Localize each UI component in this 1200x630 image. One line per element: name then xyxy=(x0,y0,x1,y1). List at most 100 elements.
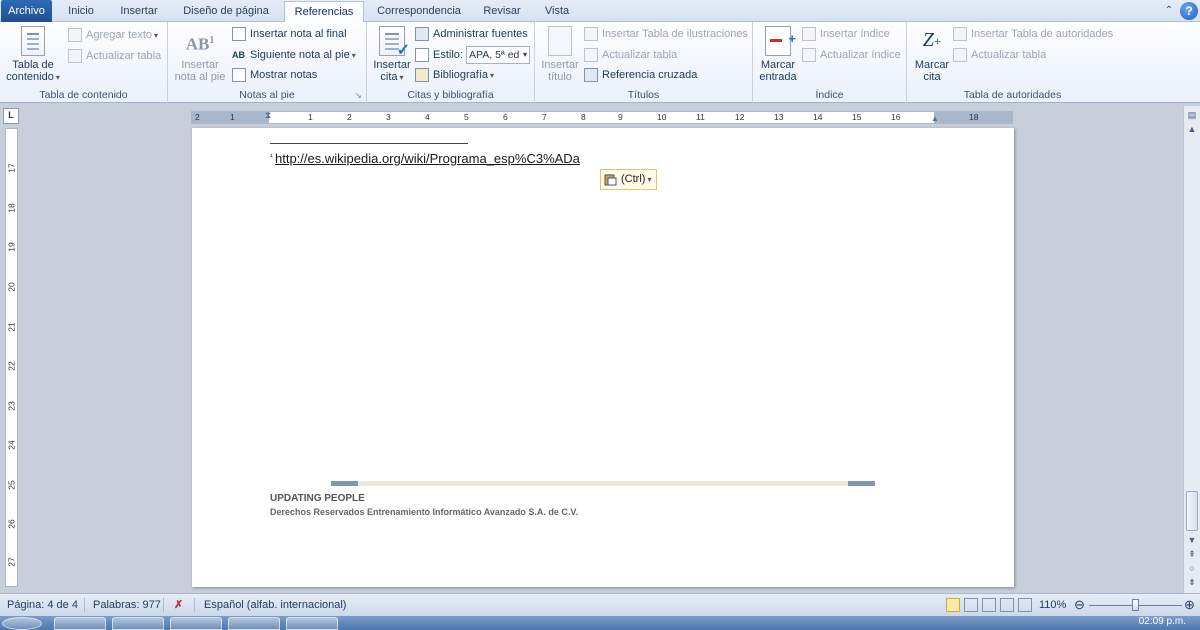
ruler-toggle-icon[interactable]: ▤ xyxy=(1184,108,1200,122)
footer-bar-right-cap xyxy=(848,481,875,486)
group-citations: ✓ Insertar cita ▾ Administrar fuentes Est… xyxy=(367,22,535,103)
next-footnote-label: Siguiente nota al pie xyxy=(250,49,350,61)
draft-view-icon[interactable] xyxy=(1018,598,1032,612)
ruler-number: 27 xyxy=(6,557,17,567)
update-index-icon xyxy=(802,48,816,62)
next-footnote-button[interactable]: AB Siguiente nota al pie ▾ xyxy=(232,46,356,64)
insert-index-label: Insertar índice xyxy=(820,28,890,40)
word-count[interactable]: Palabras: 977 xyxy=(93,594,161,616)
update-index-button[interactable]: Actualizar índice xyxy=(802,46,901,64)
previous-page-icon[interactable]: ⇞ xyxy=(1184,547,1200,561)
mark-entry-icon: + xyxy=(765,26,796,56)
print-layout-icon[interactable] xyxy=(946,598,960,612)
manage-sources-label: Administrar fuentes xyxy=(433,28,528,40)
insert-citation-button[interactable]: ✓ Insertar cita ▾ xyxy=(370,26,414,84)
footnotes-dialog-launcher-icon[interactable]: ↘ xyxy=(355,92,363,100)
ribbon-tab-bar: Archivo Inicio Insertar Diseño de página… xyxy=(0,0,1200,23)
chevron-down-icon: ▾ xyxy=(399,73,404,82)
add-text-icon xyxy=(68,28,82,42)
system-clock[interactable]: 02:09 p.m. xyxy=(1139,616,1186,627)
insert-index-button[interactable]: Insertar índice xyxy=(802,25,890,43)
right-indent-marker-icon[interactable]: ▲ xyxy=(931,114,939,123)
taskbar: 02:09 p.m. xyxy=(0,616,1200,630)
taskbar-app-icon[interactable] xyxy=(112,617,164,630)
tab-references[interactable]: Referencias xyxy=(284,1,364,23)
scrollbar-thumb[interactable] xyxy=(1186,491,1198,531)
tab-insert[interactable]: Insertar xyxy=(110,1,168,22)
page-count[interactable]: Página: 4 de 4 xyxy=(7,594,78,616)
update-index-label: Actualizar índice xyxy=(820,49,901,61)
web-layout-icon[interactable] xyxy=(982,598,996,612)
tab-mailings[interactable]: Correspondencia xyxy=(370,1,468,22)
indent-marker-icon[interactable]: ⧗ xyxy=(265,110,271,121)
ruler-number: 18 xyxy=(6,203,17,213)
vertical-ruler[interactable]: 17 18 19 20 21 22 23 24 25 26 27 xyxy=(5,128,18,587)
taskbar-explorer-icon[interactable] xyxy=(54,617,106,630)
scroll-up-icon[interactable]: ▲ xyxy=(1184,122,1200,136)
table-of-authorities-icon xyxy=(953,27,967,41)
footer-bar-left-cap xyxy=(331,481,358,486)
scroll-down-icon[interactable]: ▼ xyxy=(1184,533,1200,547)
horizontal-ruler[interactable]: 2 1 1 2 3 4 5 6 7 8 9 10 11 12 13 14 15 … xyxy=(191,110,1013,124)
proofing-icon[interactable]: ✗ xyxy=(174,594,183,616)
group-table-of-contents: Tabla de contenido ▾ Agregar texto ▾ Actua… xyxy=(0,22,168,103)
start-button-icon[interactable] xyxy=(2,617,42,630)
manage-sources-icon xyxy=(415,27,429,41)
full-screen-reading-icon[interactable] xyxy=(964,598,978,612)
update-figures-table-button[interactable]: Actualizar tabla xyxy=(584,46,677,64)
bibliography-button[interactable]: Bibliografía ▾ xyxy=(415,66,494,84)
taskbar-tool-icon[interactable] xyxy=(286,617,338,630)
insert-footnote-button[interactable]: AB1 Insertar nota al pie xyxy=(172,26,228,83)
insert-caption-button[interactable]: Insertar título xyxy=(538,26,582,83)
insert-endnote-button[interactable]: Insertar nota al final xyxy=(232,25,347,43)
toc-label-1: Tabla de xyxy=(12,59,54,71)
tab-selector[interactable]: L xyxy=(3,108,19,124)
taskbar-browser-icon[interactable] xyxy=(170,617,222,630)
ruler-number: 24 xyxy=(6,440,17,450)
mark-citation-button[interactable]: Z+ Marcar cita xyxy=(910,26,954,83)
tab-file[interactable]: Archivo xyxy=(1,0,52,22)
manage-sources-button[interactable]: Administrar fuentes xyxy=(415,25,528,43)
citation-style-select[interactable]: APA, 5ª ed ▾ xyxy=(466,46,530,64)
add-text-button[interactable]: Agregar texto ▾ xyxy=(68,26,158,44)
tab-view[interactable]: Vista xyxy=(536,1,578,22)
insert-endnote-icon xyxy=(232,27,246,41)
next-page-icon[interactable]: ⇟ xyxy=(1184,575,1200,589)
paste-options-button[interactable]: (Ctrl) ▾ xyxy=(600,169,657,190)
group-index: + Marcar entrada Insertar índice Actuali… xyxy=(753,22,907,103)
browse-object-icon[interactable]: ○ xyxy=(1184,561,1200,575)
ruler-number: 23 xyxy=(6,401,17,411)
vertical-scrollbar[interactable]: ▤ ▲ ▼ ⇞ ○ ⇟ xyxy=(1183,106,1200,593)
update-authorities-label: Actualizar tabla xyxy=(971,49,1047,61)
tab-home[interactable]: Inicio xyxy=(58,1,104,22)
style-icon xyxy=(415,48,429,62)
zoom-slider-thumb[interactable] xyxy=(1132,599,1139,611)
taskbar-word-icon[interactable] xyxy=(228,617,280,630)
bibliography-label: Bibliografía xyxy=(433,69,489,81)
update-toc-button[interactable]: Actualizar tabla xyxy=(68,47,161,65)
mark-entry-button[interactable]: + Marcar entrada xyxy=(756,26,800,83)
language-indicator[interactable]: Español (alfab. internacional) xyxy=(204,594,346,616)
show-notes-button[interactable]: Mostrar notas xyxy=(232,66,317,84)
insert-table-of-authorities-button[interactable]: Insertar Tabla de autoridades xyxy=(953,25,1113,43)
tab-review[interactable]: Revisar xyxy=(474,1,530,22)
mark-citation-label-1: Marcar xyxy=(914,59,950,71)
insert-table-of-figures-button[interactable]: Insertar Tabla de ilustraciones xyxy=(584,25,748,43)
ruler-number: 14 xyxy=(813,112,823,122)
zoom-out-icon[interactable]: ⊖ xyxy=(1074,594,1085,616)
footnote-marker: ¹ xyxy=(270,152,273,161)
update-authorities-table-button[interactable]: Actualizar tabla xyxy=(953,46,1046,64)
zoom-in-icon[interactable]: ⊕ xyxy=(1184,594,1195,616)
help-icon[interactable]: ? xyxy=(1180,2,1198,20)
table-of-contents-button[interactable]: Tabla de contenido ▾ xyxy=(4,26,62,84)
cross-reference-button[interactable]: Referencia cruzada xyxy=(584,66,697,84)
ruler-number: 5 xyxy=(464,112,469,122)
minimize-ribbon-icon[interactable]: ⌃ xyxy=(1160,2,1178,20)
outline-view-icon[interactable] xyxy=(1000,598,1014,612)
ruler-number: 22 xyxy=(6,361,17,371)
tab-page-layout[interactable]: Diseño de página xyxy=(174,1,278,22)
zoom-level[interactable]: 110% xyxy=(1039,594,1066,616)
citation-style: Estilo: xyxy=(415,46,463,64)
footnote-link[interactable]: http://es.wikipedia.org/wiki/Programa_es… xyxy=(275,151,580,166)
document-page[interactable]: ¹ http://es.wikipedia.org/wiki/Programa_… xyxy=(192,128,1014,587)
